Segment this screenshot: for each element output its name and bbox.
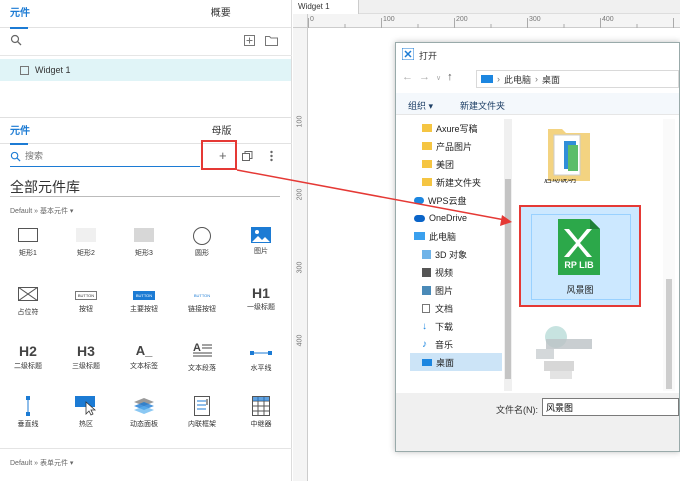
annotation-arrow [236, 169, 512, 226]
